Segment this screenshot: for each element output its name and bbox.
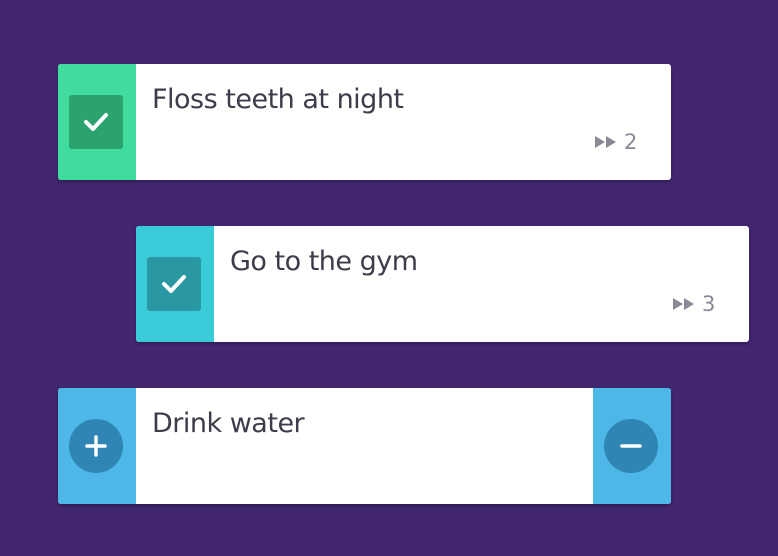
habit-checkbox[interactable] [69, 95, 123, 149]
counter-card-right-side [593, 388, 671, 504]
counter-card-left-side [58, 388, 136, 504]
habit-card-floss[interactable]: Floss teeth at night 2 [58, 64, 671, 180]
habit-checkbox[interactable] [147, 257, 201, 311]
check-icon [162, 275, 186, 293]
habit-streak-count: 3 [702, 292, 716, 316]
plus-icon [85, 435, 107, 457]
habit-card-side [58, 64, 136, 180]
habit-title: Floss teeth at night [152, 84, 404, 115]
fast-forward-icon [595, 136, 616, 148]
increment-button[interactable] [69, 419, 123, 473]
counter-card-drink-water: Drink water [58, 388, 671, 504]
habit-streak: 3 [672, 292, 715, 316]
check-icon [84, 113, 108, 131]
fast-forward-icon [673, 298, 694, 310]
decrement-button[interactable] [604, 419, 658, 473]
minus-icon [620, 444, 642, 448]
habit-streak-count: 2 [624, 130, 638, 154]
habit-card-gym[interactable]: Go to the gym 3 [136, 226, 749, 342]
habit-streak: 2 [594, 130, 637, 154]
counter-title: Drink water [152, 408, 305, 439]
habit-card-side [136, 226, 214, 342]
habit-title: Go to the gym [230, 246, 418, 277]
